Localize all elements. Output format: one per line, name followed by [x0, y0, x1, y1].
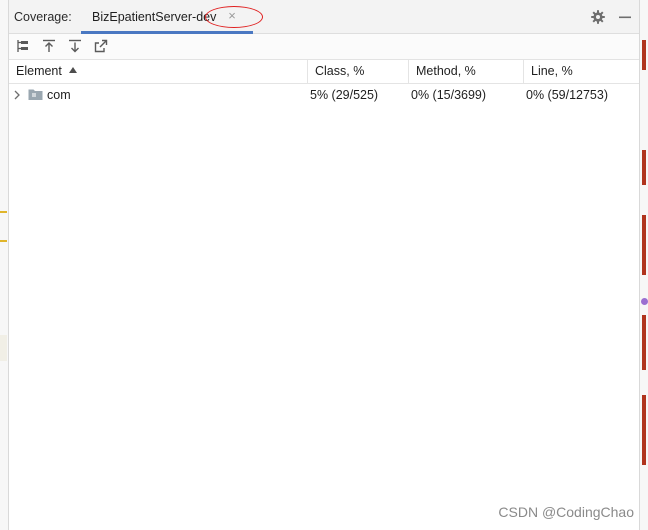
change-marker	[0, 240, 7, 242]
title-actions	[582, 9, 633, 25]
flatten-packages-icon[interactable]	[15, 38, 31, 54]
gutter-highlight	[0, 335, 7, 361]
column-label: Element	[16, 64, 62, 78]
coverage-tool-window: Coverage: BizEpatientServer-dev × Elemen…	[9, 0, 639, 530]
line-coverage: 0% (59/12753)	[526, 88, 609, 102]
column-header-line[interactable]: Line, %	[524, 60, 639, 83]
export-report-icon[interactable]	[93, 38, 109, 54]
minimize-icon[interactable]	[617, 9, 633, 25]
close-icon[interactable]: ×	[225, 9, 239, 23]
watermark: CSDN @CodingChao	[498, 504, 634, 520]
navigate-down-icon[interactable]	[67, 38, 83, 54]
column-label: Class, %	[315, 64, 365, 78]
package-folder-icon	[28, 88, 43, 101]
column-label: Line, %	[531, 64, 573, 78]
side-marker	[642, 315, 646, 370]
element-name: com	[47, 88, 71, 102]
side-marker	[642, 150, 646, 185]
tab-coverage-suite[interactable]: BizEpatientServer-dev ×	[81, 0, 253, 34]
settings-gear-icon[interactable]	[590, 9, 606, 25]
class-coverage: 5% (29/525)	[310, 88, 379, 102]
side-marker	[642, 215, 646, 275]
column-label: Method, %	[416, 64, 476, 78]
right-side-strip	[639, 0, 648, 530]
coverage-toolbar	[9, 34, 639, 60]
method-coverage: 0% (15/3699)	[411, 88, 487, 102]
chevron-right-icon[interactable]	[12, 89, 22, 101]
coverage-table-header: Element Class, % Method, % Line, %	[9, 60, 639, 84]
change-marker	[0, 211, 7, 213]
column-header-element[interactable]: Element	[9, 60, 308, 83]
sort-ascending-icon	[68, 67, 77, 73]
status-dot	[641, 298, 648, 305]
column-header-class[interactable]: Class, %	[308, 60, 409, 83]
side-marker	[642, 395, 646, 465]
navigate-up-icon[interactable]	[41, 38, 57, 54]
tool-window-title: Coverage:	[14, 10, 72, 24]
tool-window-title-bar: Coverage: BizEpatientServer-dev ×	[9, 0, 639, 34]
column-header-method[interactable]: Method, %	[409, 60, 524, 83]
tab-label: BizEpatientServer-dev	[92, 10, 217, 24]
table-row[interactable]: com 5% (29/525) 0% (15/3699) 0% (59/1275…	[9, 84, 639, 106]
left-editor-gutter	[0, 0, 9, 530]
side-marker	[642, 40, 646, 70]
